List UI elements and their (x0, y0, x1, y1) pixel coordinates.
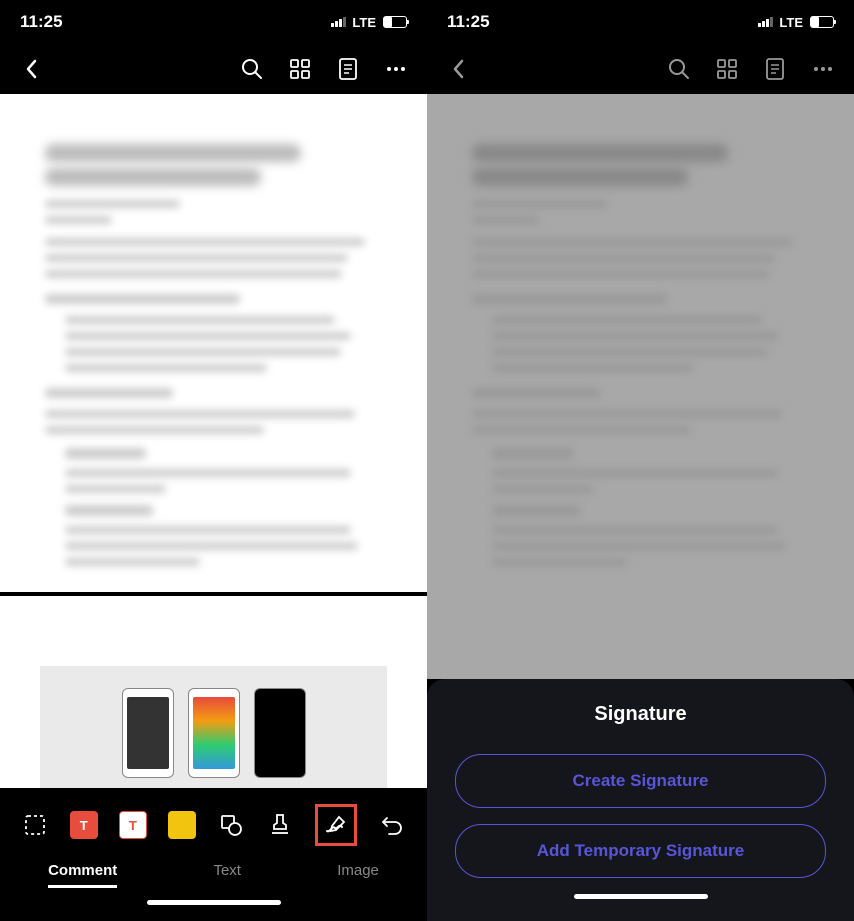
selection-tool-icon[interactable] (21, 811, 49, 839)
network-label: LTE (352, 15, 376, 30)
battery-icon (810, 16, 834, 28)
shape-tool-icon[interactable] (217, 811, 245, 839)
status-bar: 11:25 LTE (0, 0, 427, 44)
nav-bar (427, 44, 854, 94)
note-tool-icon[interactable] (168, 811, 196, 839)
image-preview-row (40, 666, 387, 788)
signal-icon (758, 17, 773, 27)
status-right: LTE (758, 15, 834, 30)
home-indicator[interactable] (147, 900, 281, 905)
create-signature-button[interactable]: Create Signature (455, 754, 826, 808)
phone-thumbnail (188, 688, 240, 778)
stamp-tool-icon[interactable] (266, 811, 294, 839)
status-bar: 11:25 LTE (427, 0, 854, 44)
sheet-title: Signature (455, 703, 826, 726)
document-content (427, 94, 854, 624)
more-icon[interactable] (383, 56, 409, 82)
signature-sheet: Signature Create Signature Add Temporary… (427, 679, 854, 921)
phone-thumbnail (122, 688, 174, 778)
status-right: LTE (331, 15, 407, 30)
document-content (0, 94, 427, 596)
status-time: 11:25 (20, 12, 63, 32)
page-icon[interactable] (335, 56, 361, 82)
page-icon[interactable] (762, 56, 788, 82)
search-icon[interactable] (239, 56, 265, 82)
document-viewer-dimmed[interactable] (427, 94, 854, 679)
tab-comment[interactable]: Comment (48, 862, 117, 888)
back-button[interactable] (445, 56, 471, 82)
grid-icon[interactable] (287, 56, 313, 82)
annotation-toolbar: T T Comment Text Image (0, 788, 427, 921)
nav-bar (0, 44, 427, 94)
document-viewer[interactable] (0, 94, 427, 596)
signature-tool-highlighted[interactable] (315, 804, 357, 846)
tab-image[interactable]: Image (337, 862, 379, 888)
battery-icon (383, 16, 407, 28)
grid-icon[interactable] (714, 56, 740, 82)
phone-thumbnail (254, 688, 306, 778)
highlight-tool-red-icon[interactable]: T (70, 811, 98, 839)
network-label: LTE (779, 15, 803, 30)
status-time: 11:25 (447, 12, 490, 32)
signal-icon (331, 17, 346, 27)
add-temporary-signature-button[interactable]: Add Temporary Signature (455, 824, 826, 878)
highlight-tool-white-icon[interactable]: T (119, 811, 147, 839)
more-icon[interactable] (810, 56, 836, 82)
undo-icon[interactable] (378, 811, 406, 839)
back-button[interactable] (18, 56, 44, 82)
tab-text[interactable]: Text (213, 862, 241, 888)
search-icon[interactable] (666, 56, 692, 82)
home-indicator[interactable] (574, 894, 708, 899)
